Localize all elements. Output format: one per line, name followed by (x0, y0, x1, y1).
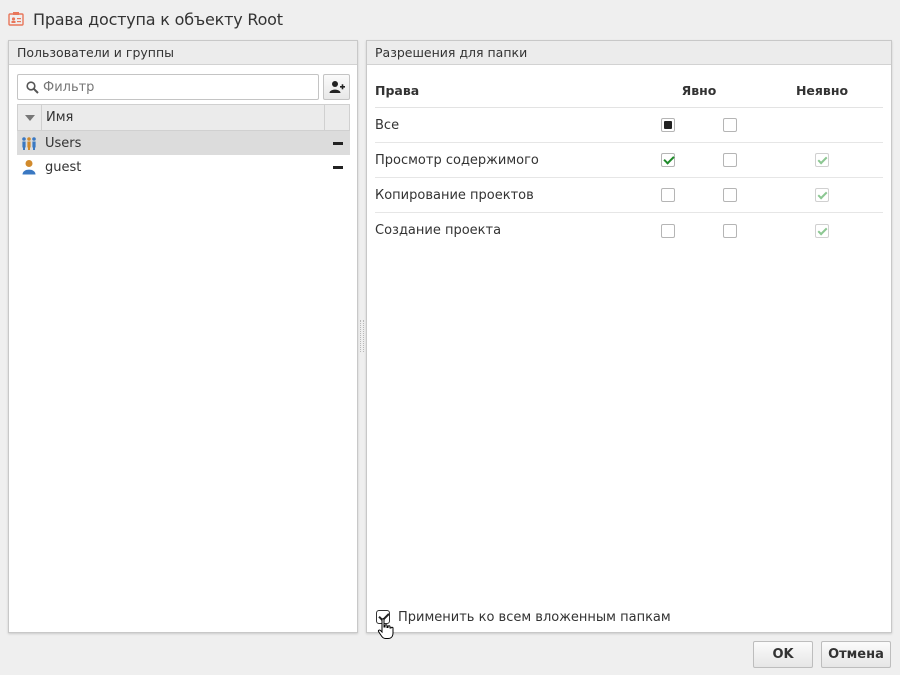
search-icon (26, 81, 39, 94)
user-icon (22, 160, 36, 175)
row-name: guest (45, 159, 82, 175)
minus-icon (333, 165, 343, 169)
window-title: Права доступа к объекту Root (33, 9, 283, 29)
access-rights-icon (8, 12, 24, 26)
allow-checkbox-create[interactable] (661, 223, 675, 238)
implicit-checkbox-copy (815, 188, 829, 202)
allow-checkbox-copy[interactable] (661, 188, 675, 202)
users-panel-header: Пользователи и группы (9, 41, 357, 65)
grid-row-users[interactable]: Users (17, 131, 350, 155)
row-name: Users (45, 135, 82, 151)
permissions-panel: Разрешения для папки Права Явно Неявно В… (366, 40, 892, 633)
deny-checkbox-all[interactable] (723, 118, 737, 132)
remove-users-button[interactable] (326, 141, 350, 145)
explicit-column-header: Явно (681, 83, 717, 98)
grid-row-guest[interactable]: guest (17, 155, 350, 179)
hand-cursor-icon (377, 618, 394, 639)
implicit-column-header: Неявно (795, 83, 849, 98)
actions-column-header (325, 105, 349, 130)
name-column-header[interactable]: Имя (42, 105, 325, 130)
implicit-checkbox-view (815, 153, 829, 167)
permissions-panel-header: Разрешения для папки (367, 41, 891, 65)
filter-input[interactable] (43, 78, 313, 96)
permission-name: Все (375, 117, 400, 133)
allow-checkbox-all[interactable] (661, 118, 675, 132)
remove-guest-button[interactable] (326, 165, 350, 169)
panel-splitter[interactable] (360, 320, 364, 352)
filter-row (17, 74, 350, 100)
add-user-button[interactable] (323, 74, 350, 100)
permissions-table-header: Права Явно Неявно (375, 74, 883, 108)
rights-column-header: Права (375, 83, 420, 98)
triangle-down-icon (24, 114, 35, 121)
deny-checkbox-copy[interactable] (723, 188, 737, 202)
sort-column-button[interactable] (18, 105, 42, 130)
users-groups-panel: Пользователи и группы Имя (8, 40, 358, 633)
deny-checkbox-view[interactable] (723, 153, 737, 167)
add-user-icon (329, 81, 345, 93)
permission-row-all: Все (375, 108, 883, 143)
users-grid: Имя Users guest (17, 104, 350, 179)
minus-icon (333, 141, 343, 145)
ok-button[interactable]: OK (753, 641, 813, 668)
apply-to-subfolders-label: Применить ко всем вложенным папкам (398, 609, 671, 625)
deny-checkbox-create[interactable] (723, 223, 737, 238)
permission-name: Копирование проектов (375, 187, 534, 203)
permission-row-copy: Копирование проектов (375, 178, 883, 213)
implicit-checkbox-create (815, 223, 829, 238)
permissions-table: Права Явно Неявно Все Просмотр содержимо… (375, 74, 883, 248)
apply-to-subfolders-row[interactable]: Применить ко всем вложенным папкам (376, 608, 671, 626)
permission-row-view: Просмотр содержимого (375, 143, 883, 178)
permission-row-create: Создание проекта (375, 213, 883, 248)
permission-name: Создание проекта (375, 223, 502, 238)
permission-name: Просмотр содержимого (375, 152, 539, 168)
cancel-button[interactable]: Отмена (821, 641, 891, 668)
filter-box[interactable] (17, 74, 319, 100)
title-bar: Права доступа к объекту Root (0, 0, 900, 38)
allow-checkbox-view[interactable] (661, 153, 675, 167)
group-icon (22, 137, 36, 150)
users-grid-header: Имя (17, 104, 350, 131)
